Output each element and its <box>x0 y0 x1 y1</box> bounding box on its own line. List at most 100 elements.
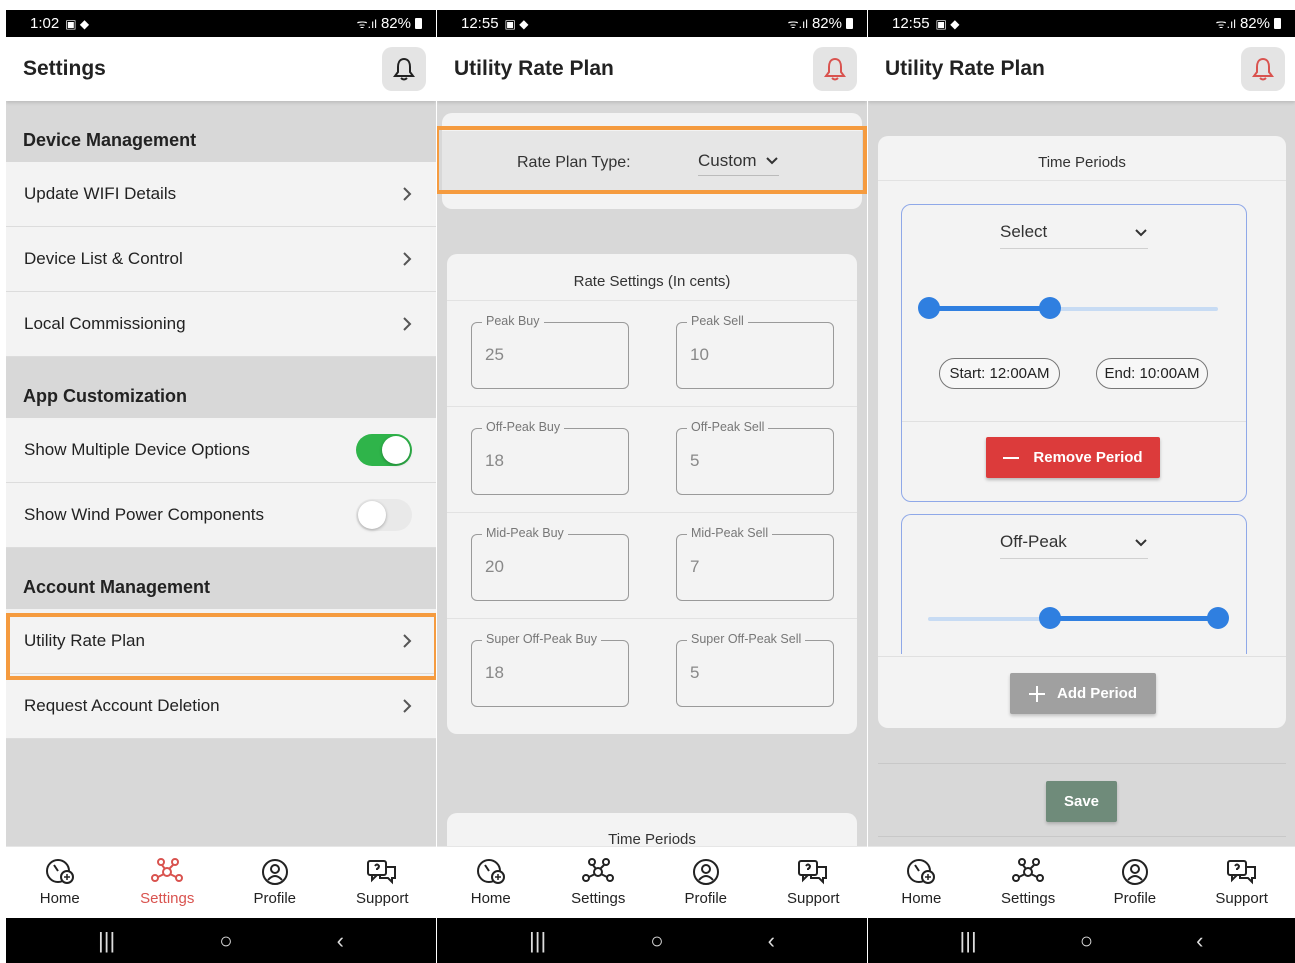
off-peak-buy-field[interactable]: Off-Peak Buy 18 <box>471 420 629 495</box>
peak-sell-field[interactable]: Peak Sell 10 <box>676 314 834 389</box>
add-period-button[interactable]: Add Period <box>1010 673 1156 714</box>
field-value: 10 <box>690 345 709 364</box>
super-off-peak-buy-field[interactable]: Super Off-Peak Buy 18 <box>471 632 629 707</box>
super-off-peak-sell-field[interactable]: Super Off-Peak Sell 5 <box>676 632 834 707</box>
nav-label: Support <box>1215 890 1268 907</box>
rate-settings-card: Rate Settings (In cents) Peak Buy 25 Peak… <box>447 254 857 734</box>
rate-plan-content: Rate Plan Type: Custom Rate Settings (In… <box>437 101 867 846</box>
end-time-handle[interactable] <box>1039 297 1061 319</box>
off-peak-sell-field[interactable]: Off-Peak Sell 5 <box>676 420 834 495</box>
nav-support[interactable]: Support <box>1188 847 1295 918</box>
page-title: Utility Rate Plan <box>454 57 614 80</box>
multiple-devices-toggle[interactable] <box>356 434 412 466</box>
support-chat-icon <box>1226 860 1256 885</box>
settings-list: Device Management Update WIFI Details De… <box>6 101 436 846</box>
field-value: 7 <box>690 557 700 576</box>
nav-support[interactable]: Support <box>760 847 868 918</box>
home-circle-icon[interactable]: ○ <box>650 928 663 954</box>
nav-label: Settings <box>1001 890 1056 907</box>
nav-settings[interactable]: Settings <box>114 847 222 918</box>
nav-label: Profile <box>1113 890 1157 907</box>
list-item-device-list[interactable]: Device List & Control <box>6 227 436 292</box>
section-header-device: Device Management <box>6 101 436 162</box>
nav-label: Settings <box>571 890 626 907</box>
back-icon[interactable]: ‹ <box>1196 928 1203 954</box>
nav-home[interactable]: Home <box>868 847 975 918</box>
peak-buy-field[interactable]: Peak Buy 25 <box>471 314 629 389</box>
home-circle-icon[interactable]: ○ <box>1080 928 1093 954</box>
start-time-handle[interactable] <box>918 297 940 319</box>
add-divider <box>878 656 1286 657</box>
start-time-chip: Start: 12:00AM <box>939 358 1060 389</box>
list-item-update-wifi[interactable]: Update WIFI Details <box>6 162 436 227</box>
status-bar: 12:55 ▣ ◆ ᯤ.ıl 82% <box>437 10 867 37</box>
field-label: Mid-Peak Sell <box>687 526 773 540</box>
time-periods-title: Time Periods <box>447 813 857 846</box>
home-gauge-icon <box>476 859 505 884</box>
notifications-button[interactable] <box>813 47 857 91</box>
back-icon[interactable]: ‹ <box>768 928 775 954</box>
signal-icon: ᯤ.ıl <box>1215 17 1236 31</box>
bell-icon <box>393 57 415 81</box>
nav-label: Home <box>901 890 942 907</box>
end-time-handle[interactable] <box>1207 607 1229 629</box>
field-value: 18 <box>485 451 504 470</box>
remove-period-label: Remove Period <box>1033 449 1143 466</box>
list-item-label: Utility Rate Plan <box>24 631 145 650</box>
support-chat-icon <box>798 860 828 885</box>
wind-power-toggle[interactable] <box>356 499 412 531</box>
period-type-select[interactable]: Off-Peak <box>1000 532 1148 559</box>
mid-peak-buy-field[interactable]: Mid-Peak Buy 20 <box>471 526 629 601</box>
notifications-button[interactable] <box>382 47 426 91</box>
chevron-right-icon <box>403 187 412 201</box>
home-circle-icon[interactable]: ○ <box>219 928 232 954</box>
nav-home[interactable]: Home <box>437 847 545 918</box>
rate-plan-type-select[interactable]: Custom <box>698 151 779 176</box>
slider-range <box>1050 616 1218 621</box>
recent-apps-icon[interactable]: ||| <box>98 928 115 954</box>
time-periods-content: Time Periods Select Start: 12:00AM End: … <box>868 101 1295 846</box>
system-nav-bar: ||| ○ ‹ <box>437 918 867 963</box>
nav-label: Support <box>355 890 409 907</box>
settings-network-icon <box>1012 858 1045 882</box>
nav-settings[interactable]: Settings <box>975 847 1082 918</box>
period-divider <box>902 421 1246 422</box>
minus-icon <box>1003 456 1020 459</box>
field-value: 20 <box>485 557 504 576</box>
start-time-handle[interactable] <box>1039 607 1061 629</box>
list-item-label: Update WIFI Details <box>24 184 177 203</box>
period-type-select[interactable]: Select <box>1000 222 1148 249</box>
notifications-button[interactable] <box>1241 47 1285 91</box>
nav-label: Profile <box>684 890 728 907</box>
time-periods-screen: 12:55 ▣ ◆ ᯤ.ıl 82% Utility Rate Plan Time … <box>868 10 1295 963</box>
save-button[interactable]: Save <box>1046 781 1117 822</box>
nav-support[interactable]: Support <box>329 847 437 918</box>
status-time: 12:55 <box>892 15 930 32</box>
nav-profile[interactable]: Profile <box>652 847 760 918</box>
rate-plan-screen: 12:55 ▣ ◆ ᯤ.ıl 82% Utility Rate Plan Rate … <box>437 10 867 963</box>
nav-profile[interactable]: Profile <box>221 847 329 918</box>
status-time: 1:02 <box>30 15 60 32</box>
battery-level: 82% <box>1239 15 1270 32</box>
mid-peak-sell-field[interactable]: Mid-Peak Sell 7 <box>676 526 834 601</box>
nav-profile[interactable]: Profile <box>1082 847 1189 918</box>
list-item-utility-rate-plan[interactable]: Utility Rate Plan <box>6 609 436 674</box>
recent-apps-icon[interactable]: ||| <box>529 928 546 954</box>
bottom-nav: Home Settings Profile Support <box>6 846 436 918</box>
end-time-chip: End: 10:00AM <box>1096 358 1208 389</box>
nav-home[interactable]: Home <box>6 847 114 918</box>
chip-label: End: 10:00AM <box>1104 365 1200 382</box>
rate-row-mid-peak: Mid-Peak Buy 20 Mid-Peak Sell 7 <box>447 513 857 619</box>
field-label: Peak Buy <box>482 314 544 328</box>
nav-settings[interactable]: Settings <box>545 847 653 918</box>
nav-label: Support <box>786 890 840 907</box>
rate-row-off-peak: Off-Peak Buy 18 Off-Peak Sell 5 <box>447 407 857 513</box>
list-item-local-commissioning[interactable]: Local Commissioning <box>6 292 436 357</box>
home-gauge-icon <box>907 859 936 884</box>
profile-icon <box>692 859 719 885</box>
recent-apps-icon[interactable]: ||| <box>960 928 977 954</box>
field-label: Super Off-Peak Sell <box>687 632 806 646</box>
list-item-request-deletion[interactable]: Request Account Deletion <box>6 674 436 739</box>
back-icon[interactable]: ‹ <box>337 928 344 954</box>
remove-period-button[interactable]: Remove Period <box>986 437 1160 478</box>
